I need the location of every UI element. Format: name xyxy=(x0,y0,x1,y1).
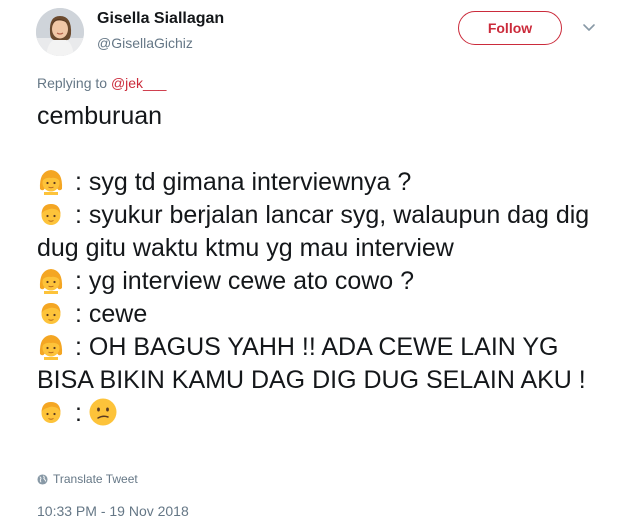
girl-emoji-icon xyxy=(37,332,65,360)
reply-mention-link[interactable]: @jek___ xyxy=(111,75,166,91)
tweet-line-text: : OH BAGUS YAHH !! ADA CEWE LAIN YG BISA… xyxy=(37,333,586,394)
tweet-header: Gisella Siallagan @GisellaGichiz Follow xyxy=(0,0,636,62)
tweet-line: cemburuan xyxy=(37,102,163,130)
chevron-down-icon[interactable] xyxy=(581,19,597,35)
confused-face-emoji-icon xyxy=(88,397,118,427)
tweet-line: : cewe xyxy=(37,298,617,331)
tweet-line-text: : syukur berjalan lancar syg, walaupun d… xyxy=(37,201,590,262)
follow-button[interactable]: Follow xyxy=(458,11,562,45)
translate-tweet-link[interactable]: Translate Tweet xyxy=(37,472,138,486)
tweet-line-text: : cewe xyxy=(75,300,148,328)
globe-icon xyxy=(37,473,48,485)
tweet-line: : xyxy=(37,397,617,430)
tweet-line-text: : xyxy=(75,399,82,427)
user-handle[interactable]: @GisellaGichiz xyxy=(97,35,193,51)
tweet-line: : yg interview cewe ato cowo ? xyxy=(37,265,617,298)
display-name[interactable]: Gisella Siallagan xyxy=(97,10,224,28)
tweet-timestamp[interactable]: 10:33 PM - 19 Nov 2018 xyxy=(37,503,189,519)
tweet-line-text: : yg interview cewe ato cowo ? xyxy=(75,267,415,295)
tweet-line: : OH BAGUS YAHH !! ADA CEWE LAIN YG BISA… xyxy=(37,331,617,397)
tweet-text: cemburuan : syg td gimana interviewnya ? xyxy=(37,100,617,430)
girl-emoji-icon xyxy=(37,266,65,294)
boy-emoji-icon xyxy=(37,200,65,228)
translate-label: Translate Tweet xyxy=(53,472,138,486)
boy-emoji-icon xyxy=(37,299,65,327)
tweet-line: : syg td gimana interviewnya ? xyxy=(37,166,617,199)
girl-emoji-icon xyxy=(37,167,65,195)
boy-emoji-icon xyxy=(37,398,65,426)
replying-to: Replying to @jek___ xyxy=(37,75,166,91)
tweet-line-text: : syg td gimana interviewnya ? xyxy=(75,168,412,196)
avatar[interactable] xyxy=(36,8,84,56)
tweet-line: : syukur berjalan lancar syg, walaupun d… xyxy=(37,199,617,265)
replying-prefix: Replying to xyxy=(37,75,108,91)
